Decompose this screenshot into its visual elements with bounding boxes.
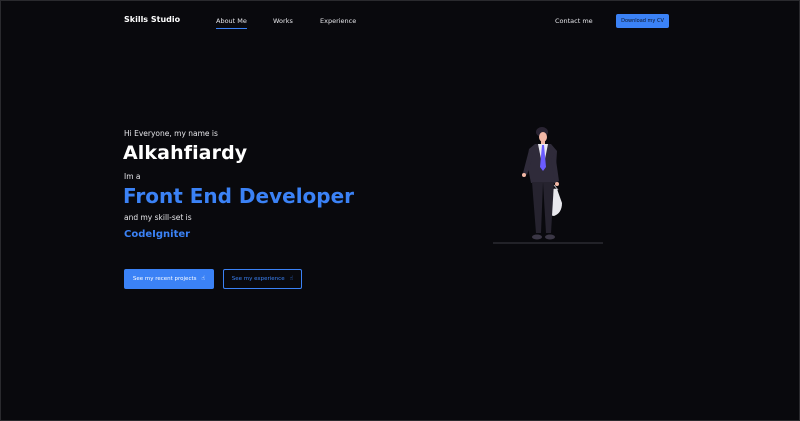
nav-link-contact-me[interactable]: Contact me	[555, 17, 593, 25]
pointer-hand-icon: ☝	[201, 275, 206, 282]
hero-name: Alkahfiardy	[123, 142, 248, 164]
businessman-illustration	[493, 127, 603, 244]
see-experience-label: See my experience	[231, 276, 285, 282]
download-cv-button[interactable]: Download my CV	[616, 14, 669, 28]
pointer-hand-icon: ☝	[289, 275, 294, 282]
see-experience-button[interactable]: See my experience ☝	[223, 269, 302, 289]
hero-skill: CodeIgniter	[124, 229, 191, 240]
brand-logo[interactable]: Skills Studio	[124, 15, 180, 24]
nav-link-experience[interactable]: Experience	[320, 17, 356, 25]
hero-role: Front End Developer	[123, 184, 355, 208]
nav-link-works[interactable]: Works	[273, 17, 293, 25]
hero-greeting: Hi Everyone, my name is	[124, 129, 218, 138]
page: Skills Studio About Me Works Experience …	[0, 0, 800, 421]
nav-link-about-me[interactable]: About Me	[216, 17, 247, 29]
hero-skillset-intro: and my skill-set is	[124, 213, 192, 222]
hero-im-a: Im a	[124, 172, 141, 181]
see-recent-projects-label: See my recent projects	[132, 276, 197, 282]
see-recent-projects-button[interactable]: See my recent projects ☝	[124, 269, 214, 289]
navbar: Skills Studio About Me Works Experience …	[1, 1, 799, 41]
